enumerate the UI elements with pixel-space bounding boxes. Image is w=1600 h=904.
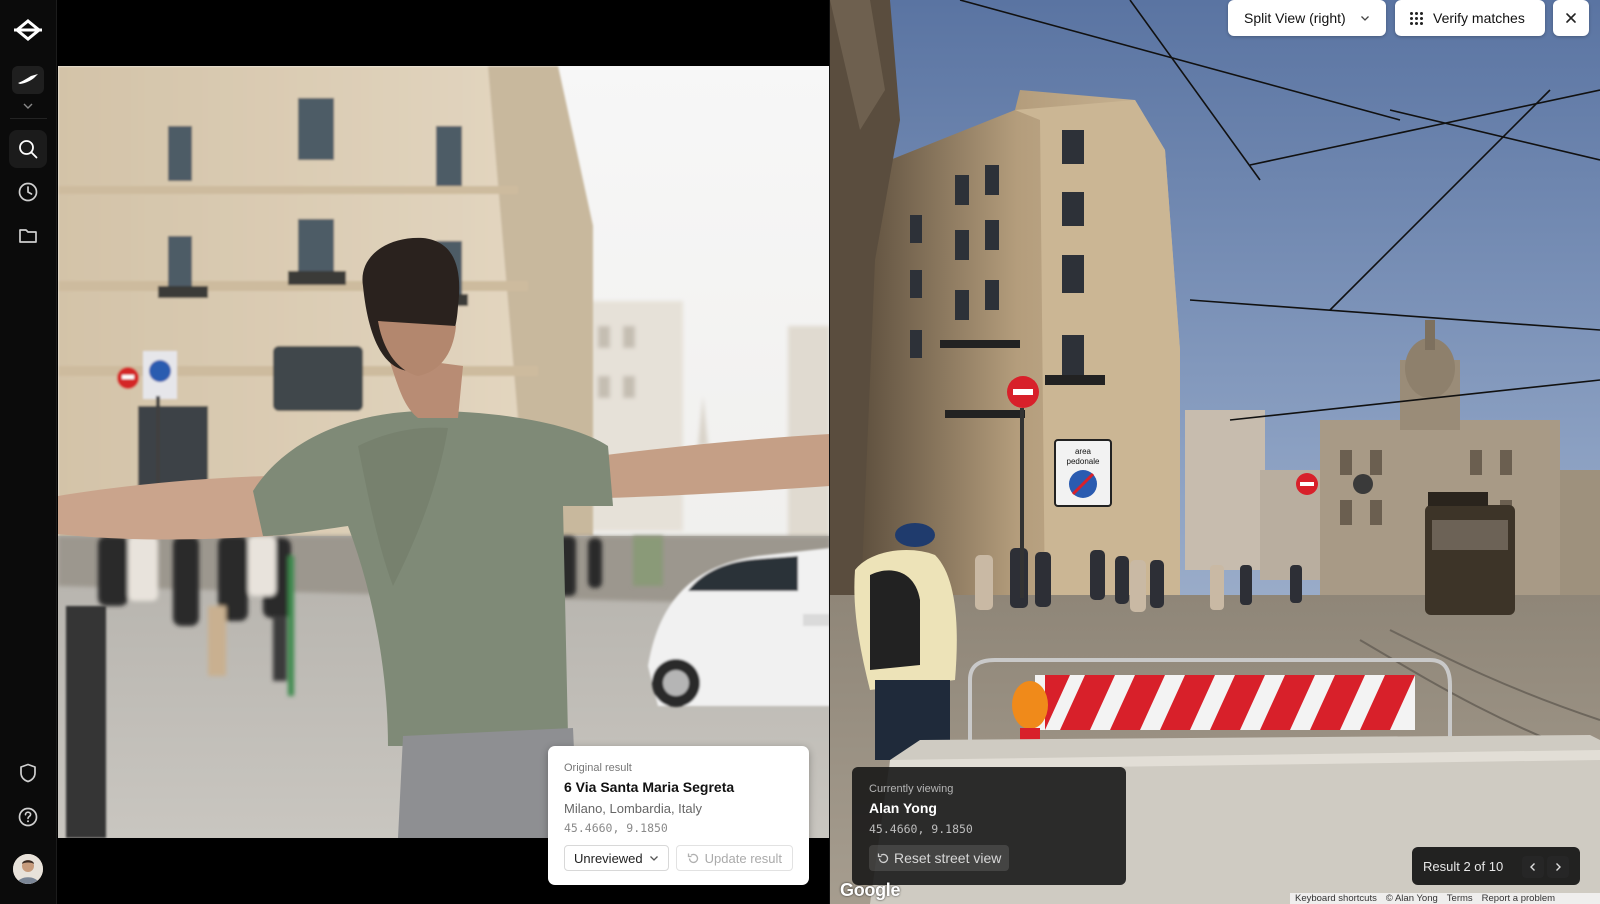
- review-status-label: Unreviewed: [574, 850, 643, 866]
- google-logo: Google: [840, 880, 901, 900]
- refresh-icon: [877, 853, 889, 863]
- result-counter: Result 2 of 10: [1423, 858, 1504, 874]
- street-view-author: Alan Yong: [869, 800, 937, 816]
- sidebar-item-history[interactable]: [9, 173, 47, 211]
- verify-matches-label: Verify matches: [1433, 10, 1525, 26]
- chevron-down-icon: [1361, 16, 1369, 21]
- help-icon: [18, 807, 38, 827]
- copyright-text: © Alan Yong: [1385, 893, 1438, 904]
- bird-icon: [18, 74, 38, 84]
- chevron-down-icon: [649, 856, 658, 861]
- result-coordinates: 45.4660, 9.1850: [564, 821, 668, 835]
- sidebar-item-help[interactable]: [9, 798, 47, 836]
- chevron-left-icon: [1530, 863, 1535, 871]
- workspace-switcher[interactable]: [12, 66, 44, 94]
- update-result-label: Update result: [704, 850, 782, 866]
- original-result-card: Original result 6 Via Santa Maria Segret…: [548, 746, 809, 885]
- map-attribution-bar: Keyboard shortcuts © Alan Yong Terms Rep…: [1290, 893, 1600, 904]
- reset-street-view-label: Reset street view: [894, 850, 1002, 866]
- keyboard-shortcuts-link[interactable]: Keyboard shortcuts: [1295, 893, 1377, 904]
- sign-text-pedonale: pedonale: [1067, 457, 1100, 466]
- sign-text-area: area: [1075, 447, 1092, 456]
- clock-icon: [18, 182, 38, 202]
- sidebar-item-folders[interactable]: [9, 216, 47, 254]
- original-result-heading: Original result: [564, 762, 632, 774]
- folder-icon: [19, 229, 37, 243]
- result-actions: Unreviewed Update result: [564, 845, 793, 871]
- shield-icon: [20, 763, 36, 783]
- reset-street-view-button[interactable]: Reset street view: [869, 845, 1010, 871]
- previous-result-button[interactable]: [1522, 856, 1544, 878]
- currently-viewing-heading: Currently viewing: [869, 783, 954, 795]
- result-pagination: Result 2 of 10: [1412, 847, 1580, 885]
- street-view-coordinates: 45.4660, 9.1850: [869, 822, 973, 836]
- sidebar-item-search[interactable]: [9, 130, 47, 168]
- app-logo-icon[interactable]: [12, 18, 44, 42]
- currently-viewing-card: Currently viewing Alan Yong 45.4660, 9.1…: [852, 767, 1126, 885]
- refresh-icon: [687, 853, 698, 863]
- sidebar: [0, 0, 57, 904]
- terms-link[interactable]: Terms: [1447, 893, 1473, 904]
- app-root: Original result 6 Via Santa Maria Segret…: [0, 0, 1600, 904]
- result-region: Milano, Lombardia, Italy: [564, 801, 703, 816]
- view-mode-label: Split View (right): [1244, 10, 1346, 26]
- view-mode-dropdown[interactable]: Split View (right): [1228, 0, 1386, 36]
- verify-matches-button[interactable]: Verify matches: [1395, 0, 1545, 36]
- next-result-button[interactable]: [1547, 856, 1569, 878]
- sidebar-divider: [10, 118, 47, 119]
- avatar[interactable]: [13, 854, 43, 884]
- result-address: 6 Via Santa Maria Segreta: [564, 779, 735, 795]
- uploaded-photo[interactable]: [58, 66, 830, 838]
- search-icon: [19, 140, 38, 159]
- grid-icon: [1410, 11, 1423, 25]
- update-result-button[interactable]: Update result: [675, 845, 793, 871]
- close-button[interactable]: [1553, 0, 1589, 36]
- report-problem-link[interactable]: Report a problem: [1482, 893, 1555, 904]
- close-icon: [1566, 13, 1576, 23]
- chevron-down-icon[interactable]: [22, 98, 34, 109]
- review-status-dropdown[interactable]: Unreviewed: [564, 845, 669, 871]
- chevron-right-icon: [1556, 863, 1561, 871]
- sidebar-item-privacy[interactable]: [9, 754, 47, 792]
